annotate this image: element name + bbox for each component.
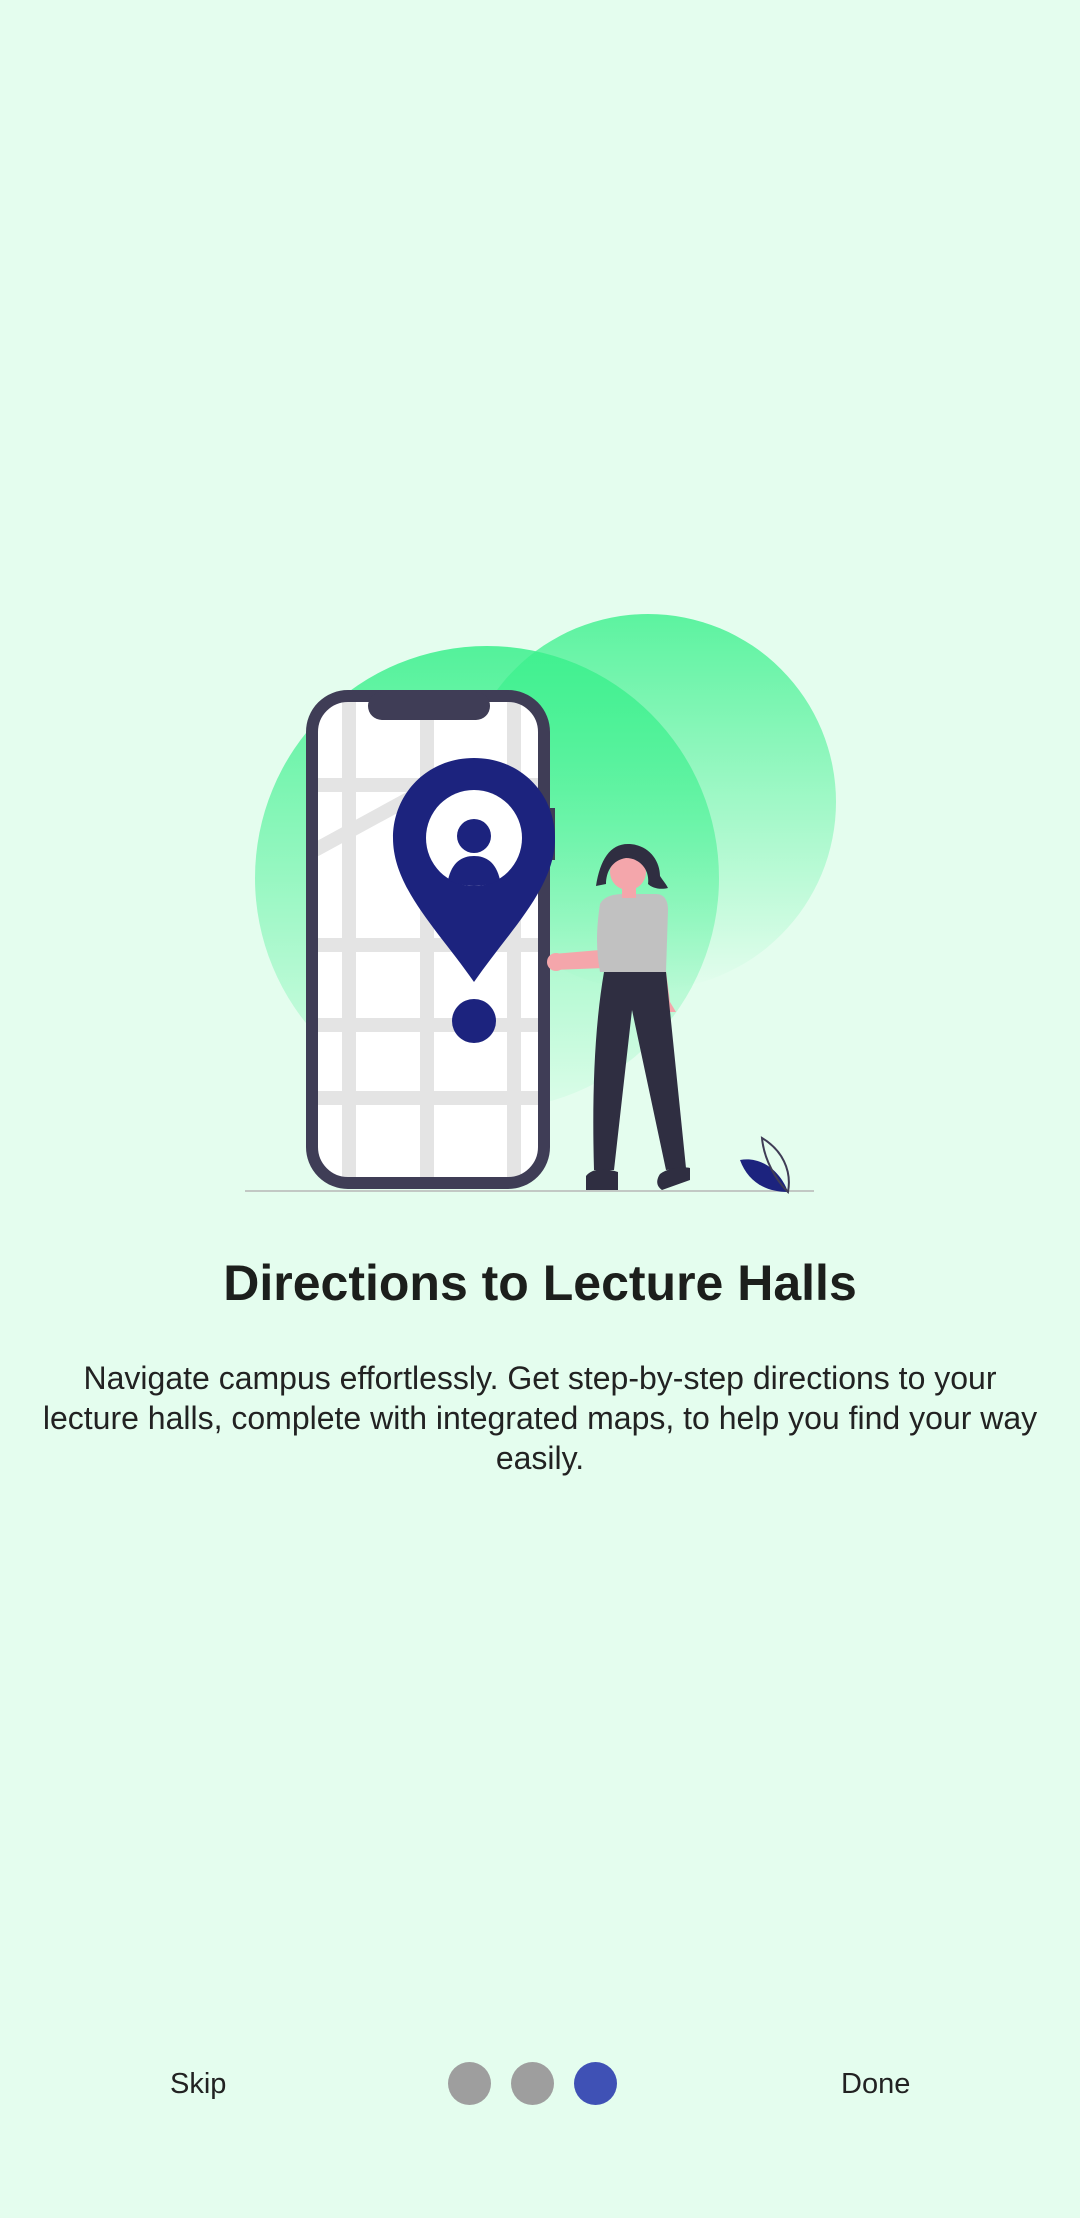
phone-map-icon <box>306 690 555 1189</box>
onboarding-navigation-bar: Skip Done <box>0 2040 1080 2128</box>
leaf-icon <box>740 1136 790 1195</box>
done-button[interactable]: Done <box>817 2040 934 2128</box>
page-indicator-dot-3-active[interactable] <box>574 2062 617 2105</box>
onboarding-illustration <box>245 614 836 1195</box>
page-indicator-dot-1[interactable] <box>448 2062 491 2105</box>
page-title: Directions to Lecture Halls <box>223 1255 857 1311</box>
page-indicator <box>448 2062 617 2106</box>
skip-button[interactable]: Skip <box>146 2040 250 2128</box>
page-indicator-dot-2[interactable] <box>511 2062 554 2105</box>
page-description: Navigate campus effortlessly. Get step-b… <box>42 1360 1038 1476</box>
